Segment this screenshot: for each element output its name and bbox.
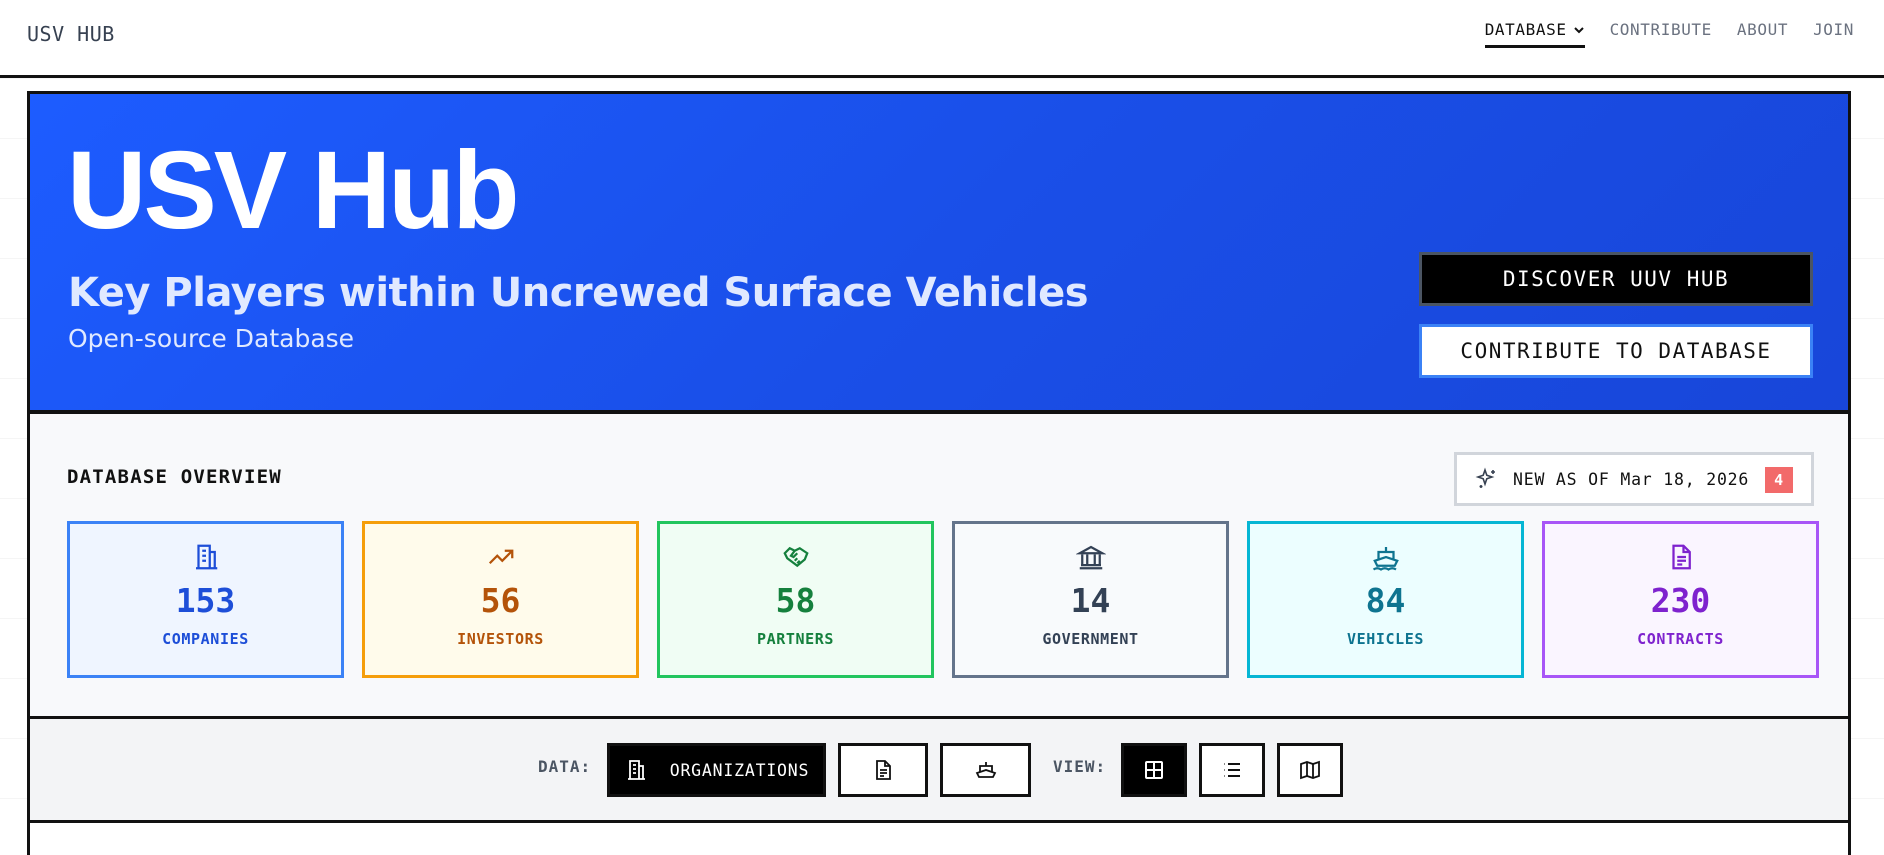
stat-value: 84 [1365, 581, 1406, 620]
government-icon [1075, 545, 1106, 570]
data-label: DATA: [538, 757, 592, 776]
hero-subtitle: Key Players within Uncrewed Surface Vehi… [68, 270, 1089, 316]
hero-banner: USV Hub Key Players within Uncrewed Surf… [30, 94, 1848, 414]
view-grid-button[interactable] [1121, 743, 1187, 797]
sparkles-icon [1475, 467, 1495, 488]
trending-up-icon [488, 549, 513, 565]
stats-row: 153 COMPANIES 56 INVESTORS 58 PARTNERS 1… [67, 521, 1819, 678]
nav-link-join[interactable]: JOIN [1813, 20, 1854, 48]
nav-link-contribute[interactable]: CONTRIBUTE [1610, 20, 1712, 48]
building-icon [195, 544, 217, 570]
stat-card-government[interactable]: 14 GOVERNMENT [952, 521, 1229, 678]
new-count-badge: 4 [1765, 467, 1793, 493]
data-contracts-button[interactable] [838, 743, 928, 797]
view-map-button[interactable] [1277, 743, 1343, 797]
data-organizations-button[interactable]: ORGANIZATIONS [607, 743, 826, 797]
stat-card-investors[interactable]: 56 INVESTORS [362, 521, 639, 678]
stat-label: CONTRACTS [1637, 630, 1724, 648]
stat-value: 56 [480, 581, 521, 620]
stat-card-partners[interactable]: 58 PARTNERS [657, 521, 934, 678]
discover-uuv-hub-button[interactable]: DISCOVER UUV HUB [1419, 252, 1813, 306]
data-vehicles-button[interactable] [940, 743, 1031, 797]
stat-label: VEHICLES [1346, 630, 1425, 648]
new-entries-button[interactable]: NEW AS OF Mar 18, 2026 4 [1454, 452, 1814, 506]
top-navigation: USV HUB DATABASE CONTRIBUTE ABOUT JOIN [0, 0, 1884, 78]
brand-logo[interactable]: USV HUB [27, 22, 115, 46]
new-entries-label: NEW AS OF Mar 18, 2026 [1513, 469, 1750, 489]
stat-label: INVESTORS [457, 630, 544, 648]
document-icon [876, 760, 891, 780]
building-icon [627, 760, 645, 780]
handshake-icon [782, 546, 809, 568]
stat-label: PARTNERS [756, 630, 835, 648]
nav-link-database-label: DATABASE [1484, 20, 1567, 39]
stat-value: 14 [1070, 581, 1111, 620]
ship-icon [1372, 547, 1399, 571]
ship-icon [975, 762, 996, 778]
hero-title: USV Hub [67, 129, 520, 252]
map-icon [1300, 760, 1320, 780]
controls-bar: DATA: ORGANIZATIONS VIEW: [30, 719, 1848, 823]
nav-links: DATABASE CONTRIBUTE ABOUT JOIN [1484, 20, 1854, 48]
organizations-label: ORGANIZATIONS [669, 760, 810, 780]
stat-label: COMPANIES [162, 630, 249, 648]
stat-card-vehicles[interactable]: 84 VEHICLES [1247, 521, 1524, 678]
stat-value: 230 [1650, 581, 1711, 620]
view-label: VIEW: [1053, 757, 1107, 776]
stat-value: 153 [175, 581, 236, 620]
grid-icon [1145, 761, 1163, 779]
contribute-to-database-button[interactable]: CONTRIBUTE TO DATABASE [1419, 324, 1813, 378]
stat-card-companies[interactable]: 153 COMPANIES [67, 521, 344, 678]
nav-link-about[interactable]: ABOUT [1737, 20, 1788, 48]
hero-tagline: Open-source Database [68, 324, 355, 353]
chevron-down-icon [1573, 26, 1584, 33]
database-overview: DATABASE OVERVIEW NEW AS OF Mar 18, 2026… [30, 414, 1848, 719]
stat-value: 58 [775, 581, 816, 620]
overview-title: DATABASE OVERVIEW [67, 466, 282, 488]
view-list-button[interactable] [1199, 743, 1265, 797]
stat-label: GOVERNMENT [1042, 630, 1139, 648]
list-icon [1224, 763, 1240, 777]
stat-card-contracts[interactable]: 230 CONTRACTS [1542, 521, 1819, 678]
nav-link-database[interactable]: DATABASE [1484, 20, 1585, 48]
document-icon [1671, 544, 1691, 570]
main-container: USV Hub Key Players within Uncrewed Surf… [27, 91, 1851, 855]
